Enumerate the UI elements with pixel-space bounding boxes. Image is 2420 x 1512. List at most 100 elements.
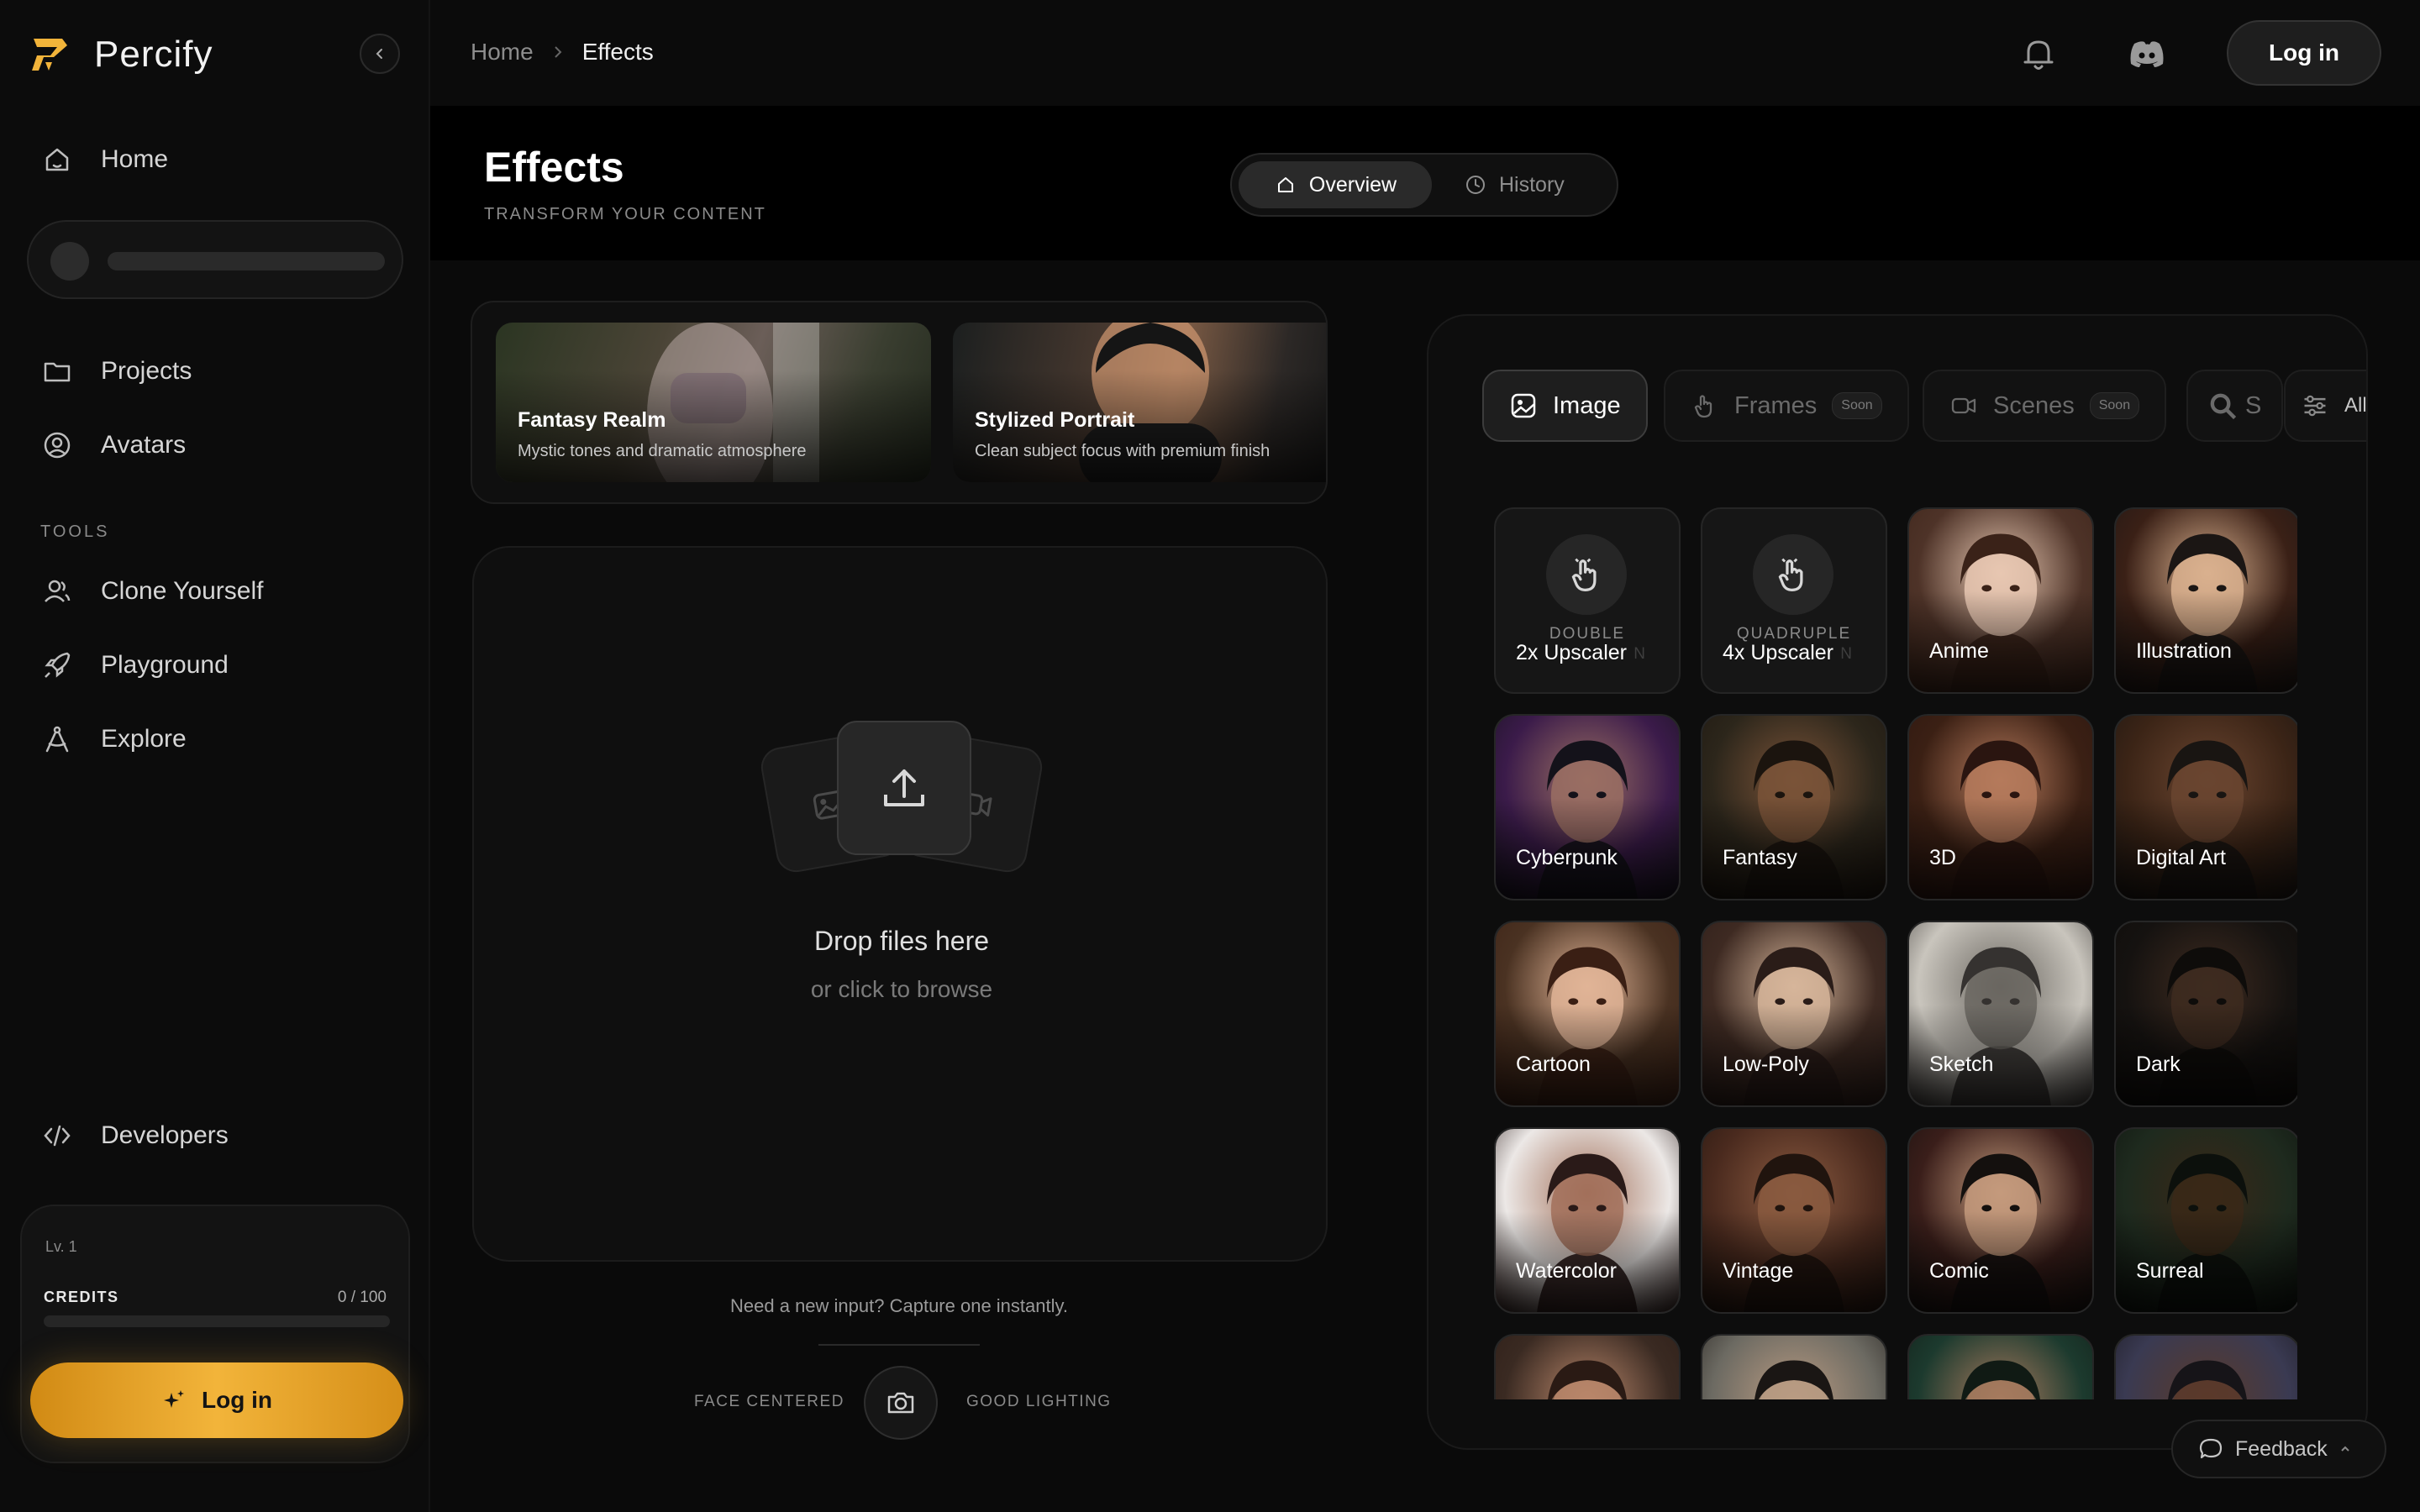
upload-button[interactable] bbox=[837, 721, 971, 855]
workspace-selector[interactable] bbox=[27, 220, 403, 299]
credits-label: CREDITS bbox=[44, 1289, 119, 1305]
code-icon bbox=[44, 1125, 71, 1147]
effect-tile-3d[interactable]: 3D bbox=[1907, 714, 2094, 900]
effect-tile-4x-upscaler[interactable]: QUADRUPLE N 4x Upscaler bbox=[1701, 507, 1887, 694]
tab-image[interactable]: Image bbox=[1482, 370, 1648, 442]
filter-label: All bbox=[2344, 394, 2367, 417]
hand-pointer-icon bbox=[1571, 558, 1597, 591]
effect-tile[interactable] bbox=[1494, 1334, 1681, 1399]
effect-tile-vintage[interactable]: Vintage bbox=[1701, 1127, 1887, 1314]
sliders-icon bbox=[2304, 395, 2326, 417]
tile-shade bbox=[2116, 716, 2297, 899]
tile-shade bbox=[2116, 922, 2297, 1105]
breadcrumb: Home Effects bbox=[471, 39, 654, 66]
sidebar-item-label: Developers bbox=[101, 1121, 229, 1149]
app-name: Percify bbox=[94, 34, 213, 75]
capture-hint-right: GOOD LIGHTING bbox=[966, 1393, 1112, 1410]
tile-shade bbox=[1702, 1336, 1886, 1399]
upscaler-icon-holder bbox=[1546, 534, 1627, 615]
login-label: Log in bbox=[202, 1387, 272, 1413]
effect-tile-low-poly[interactable]: Low-Poly bbox=[1701, 921, 1887, 1107]
page-header: Effects TRANSFORM YOUR CONTENT Overview … bbox=[430, 106, 2420, 260]
effect-tile-fantasy[interactable]: Fantasy bbox=[1701, 714, 1887, 900]
sidebar-item-explore[interactable]: Explore bbox=[40, 722, 187, 756]
tab-scenes[interactable]: Scenes Soon bbox=[1923, 370, 2167, 442]
topbar-login-button[interactable]: Log in bbox=[2227, 20, 2381, 86]
effect-tile-watercolor[interactable]: Watercolor bbox=[1494, 1127, 1681, 1314]
effect-tile-digital-art[interactable]: Digital Art bbox=[2114, 714, 2297, 900]
banner-title: Fantasy Realm bbox=[518, 408, 666, 432]
breadcrumb-current: Effects bbox=[581, 39, 654, 65]
effect-label: 3D bbox=[1929, 846, 1956, 869]
effects-grid: DOUBLE N 2x Upscaler QUADRUPLE N 4x Upsc… bbox=[1491, 504, 2297, 1399]
tile-shade bbox=[1496, 1129, 1679, 1312]
collapse-sidebar-button[interactable] bbox=[360, 34, 400, 74]
file-dropzone[interactable]: Drop files here or click to browse bbox=[472, 546, 1328, 1262]
effect-label: Fantasy bbox=[1723, 846, 1797, 869]
sidebar-item-developers[interactable]: Developers bbox=[40, 1119, 229, 1152]
brand[interactable]: Percify bbox=[29, 34, 213, 76]
discord-icon[interactable] bbox=[2126, 34, 2168, 74]
tile-shade bbox=[1909, 922, 2092, 1105]
effect-tile-illustration[interactable]: Illustration bbox=[2114, 507, 2297, 694]
page-subtitle: TRANSFORM YOUR CONTENT bbox=[484, 205, 766, 223]
effect-tile-anime[interactable]: Anime bbox=[1907, 507, 2094, 694]
effect-label: Comic bbox=[1929, 1259, 1989, 1283]
effect-label: 2x Upscaler bbox=[1516, 641, 1627, 664]
effect-label: Anime bbox=[1929, 639, 1989, 663]
effect-tile-cyberpunk[interactable]: Cyberpunk bbox=[1494, 714, 1681, 900]
sidebar-item-playground[interactable]: Playground bbox=[40, 648, 229, 682]
featured-effect-card[interactable]: Fantasy Realm Mystic tones and dramatic … bbox=[496, 323, 931, 482]
tab-overview[interactable]: Overview bbox=[1239, 161, 1432, 208]
effect-tile-cartoon[interactable]: Cartoon bbox=[1494, 921, 1681, 1107]
filter-all-button[interactable]: All bbox=[2284, 370, 2367, 442]
dropzone-subtitle: or click to browse bbox=[810, 976, 993, 1002]
effect-label: Illustration bbox=[2136, 639, 2232, 663]
effect-tile[interactable] bbox=[2114, 1334, 2297, 1399]
chevron-right-icon bbox=[554, 46, 562, 58]
featured-effect-card[interactable]: Stylized Portrait Clean subject focus wi… bbox=[953, 323, 1326, 482]
camera-capture-button[interactable] bbox=[864, 1366, 938, 1440]
hand-pointer-icon bbox=[1694, 395, 1712, 418]
tile-shade bbox=[2116, 509, 2297, 692]
sidebar-item-projects[interactable]: Projects bbox=[40, 354, 192, 388]
user-clone-icon bbox=[45, 580, 71, 602]
effects-search-input[interactable]: S bbox=[2186, 370, 2284, 442]
sidebar: Percify Home Projects Avatars TOOLS Clon… bbox=[0, 0, 430, 1512]
feedback-label: Feedback bbox=[2235, 1436, 2328, 1461]
chevron-up-icon bbox=[2341, 1446, 2349, 1452]
effect-label: Digital Art bbox=[2136, 846, 2226, 869]
banner-title: Stylized Portrait bbox=[975, 408, 1135, 432]
tools-section-label: TOOLS bbox=[40, 522, 110, 541]
main-content: Fantasy Realm Mystic tones and dramatic … bbox=[430, 260, 2420, 1512]
effect-tile-2x-upscaler[interactable]: DOUBLE N 2x Upscaler bbox=[1494, 507, 1681, 694]
effect-tile[interactable] bbox=[1907, 1334, 2094, 1399]
sidebar-item-avatars[interactable]: Avatars bbox=[40, 428, 186, 462]
tab-label: Frames bbox=[1734, 391, 1818, 419]
bell-icon[interactable] bbox=[2017, 32, 2060, 76]
workspace-avatar-placeholder bbox=[50, 242, 89, 281]
feedback-button[interactable]: Feedback bbox=[2171, 1420, 2386, 1478]
tile-shade bbox=[1702, 716, 1886, 899]
effect-tile-sketch[interactable]: Sketch bbox=[1907, 921, 2094, 1107]
user-circle-icon bbox=[44, 432, 71, 459]
compass-icon bbox=[45, 726, 69, 753]
chevron-left-icon bbox=[376, 49, 382, 59]
breadcrumb-home-link[interactable]: Home bbox=[471, 39, 534, 66]
sidebar-item-clone-yourself[interactable]: Clone Yourself bbox=[40, 575, 263, 608]
effect-label: Watercolor bbox=[1516, 1259, 1617, 1283]
effect-tile-surreal[interactable]: Surreal bbox=[2114, 1127, 2297, 1314]
effect-tile-dark[interactable]: Dark bbox=[2114, 921, 2297, 1107]
sidebar-item-label: Projects bbox=[101, 357, 192, 385]
sidebar-item-home[interactable]: Home bbox=[40, 143, 168, 176]
sidebar-login-button[interactable]: Log in bbox=[30, 1362, 403, 1438]
tab-frames[interactable]: Frames Soon bbox=[1664, 370, 1909, 442]
effect-label: Sketch bbox=[1929, 1053, 1994, 1076]
effect-tile[interactable] bbox=[1701, 1334, 1887, 1399]
tab-history[interactable]: History bbox=[1464, 161, 1565, 208]
camera-icon bbox=[887, 1392, 914, 1414]
capture-prompt: Need a new input? Capture one instantly. bbox=[730, 1295, 1068, 1316]
effect-tile-comic[interactable]: Comic bbox=[1907, 1127, 2094, 1314]
tile-shade bbox=[1909, 716, 2092, 899]
tab-label: Scenes bbox=[1993, 391, 2075, 419]
